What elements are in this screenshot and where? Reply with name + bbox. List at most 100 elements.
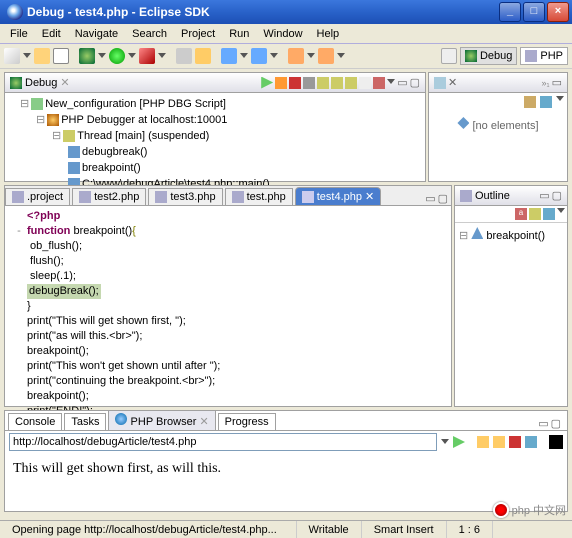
terminate-icon[interactable] <box>289 77 301 89</box>
minimize-pane-icon[interactable]: ▭ <box>397 76 407 89</box>
sort-icon[interactable]: a <box>515 208 527 220</box>
go-icon[interactable] <box>453 436 465 448</box>
browser-refresh-icon[interactable] <box>525 436 537 448</box>
tab-label: test4.php <box>317 191 362 203</box>
outline-body[interactable]: ⊟ breakpoint() <box>455 223 567 246</box>
save-icon[interactable] <box>34 48 50 64</box>
close-tab-icon[interactable]: ✕ <box>365 190 374 203</box>
debug-tree[interactable]: ⊟ New_configuration [PHP DBG Script] ⊟ P… <box>5 93 425 195</box>
status-bar: Opening page http://localhost/debugArtic… <box>0 520 572 538</box>
minimize-pane-icon[interactable]: ▭ <box>539 189 549 202</box>
outline-title: Outline <box>475 190 510 202</box>
menu-file[interactable]: File <box>4 26 34 42</box>
debug-menu-icon[interactable] <box>387 79 395 86</box>
url-history-icon[interactable] <box>441 439 449 446</box>
fwd-dd[interactable] <box>337 53 345 60</box>
tree-label: debugbreak() <box>82 144 147 160</box>
close-button[interactable]: × <box>547 2 569 22</box>
annotation-prev-icon[interactable] <box>221 48 237 64</box>
resume-icon[interactable] <box>261 77 273 89</box>
use-step-filters-icon[interactable] <box>373 77 385 89</box>
step-return-icon[interactable] <box>345 77 357 89</box>
editor-tab-test[interactable]: test.php <box>225 188 293 205</box>
tab-tasks[interactable]: Tasks <box>64 413 106 430</box>
tree-frame-row[interactable]: debugbreak() <box>8 144 422 160</box>
minimize-editor-icon[interactable]: ▭ <box>425 192 435 205</box>
new-dropdown-icon[interactable] <box>23 53 31 60</box>
maximize-button[interactable]: □ <box>523 2 545 22</box>
open-perspective-icon[interactable] <box>441 48 457 64</box>
close-tab-icon[interactable]: ✕ <box>60 76 69 89</box>
print-icon[interactable] <box>53 48 69 64</box>
minimize-pane-icon[interactable]: ▭ <box>538 417 548 430</box>
browser-back-icon[interactable] <box>477 436 489 448</box>
editor-tab-test3[interactable]: test3.php <box>148 188 222 205</box>
disconnect-icon[interactable] <box>303 77 315 89</box>
forward-icon[interactable] <box>318 48 334 64</box>
tab-php-browser[interactable]: PHP Browser ✕ <box>108 410 215 430</box>
show-type-icon[interactable] <box>524 96 536 108</box>
variables-icon[interactable] <box>434 77 446 89</box>
ann-next-dd[interactable] <box>270 53 278 60</box>
debug-icon[interactable] <box>79 48 95 64</box>
menu-help[interactable]: Help <box>311 26 346 42</box>
maximize-editor-icon[interactable]: ▢ <box>438 192 448 205</box>
maximize-pane-icon[interactable]: ▢ <box>551 417 561 430</box>
browser-forward-icon[interactable] <box>493 436 505 448</box>
menu-search[interactable]: Search <box>126 26 173 42</box>
tree-label: Thread [main] (suspended) <box>77 128 209 144</box>
group-icon[interactable] <box>543 208 555 220</box>
drop-frame-icon[interactable] <box>359 77 371 89</box>
close-tab-icon[interactable]: ✕ <box>199 416 208 428</box>
menu-window[interactable]: Window <box>257 26 308 42</box>
editor-tab-project[interactable]: .project <box>5 188 70 205</box>
watermark: php 中文网 <box>493 502 566 518</box>
tree-debugger-row[interactable]: ⊟ PHP Debugger at localhost:10001 <box>8 112 422 128</box>
editor-tab-test4[interactable]: test4.php ✕ <box>295 187 381 205</box>
run-dropdown-icon[interactable] <box>128 53 136 60</box>
code-editor[interactable]: <?php-function breakpoint(){ ob_flush();… <box>5 206 451 437</box>
annotation-next-icon[interactable] <box>251 48 267 64</box>
minimize-pane-icon[interactable]: ▭ <box>552 76 562 89</box>
back-icon[interactable] <box>288 48 304 64</box>
outline-menu-icon[interactable] <box>557 208 565 215</box>
menu-run[interactable]: Run <box>223 26 255 42</box>
menu-edit[interactable]: Edit <box>36 26 67 42</box>
minimize-button[interactable]: _ <box>499 2 521 22</box>
filter-icon[interactable] <box>529 208 541 220</box>
back-dd[interactable] <box>307 53 315 60</box>
collapse-all-icon[interactable] <box>540 96 552 108</box>
variables-menu-icon[interactable] <box>556 96 564 103</box>
debug-view-tab[interactable]: Debug ✕ <box>10 76 70 89</box>
maximize-pane-icon[interactable]: ▢ <box>410 76 420 89</box>
external-tools-icon[interactable] <box>139 48 155 64</box>
tab-progress[interactable]: Progress <box>218 413 276 430</box>
menu-navigate[interactable]: Navigate <box>69 26 124 42</box>
debug-dropdown-icon[interactable] <box>98 53 106 60</box>
ann-prev-dd[interactable] <box>240 53 248 60</box>
step-into-icon[interactable] <box>317 77 329 89</box>
perspective-debug[interactable]: Debug <box>460 47 517 65</box>
maximize-pane-icon[interactable]: ▢ <box>552 189 562 202</box>
tree-config-row[interactable]: ⊟ New_configuration [PHP DBG Script] <box>8 96 422 112</box>
tree-thread-row[interactable]: ⊟ Thread [main] (suspended) <box>8 128 422 144</box>
new-icon[interactable] <box>4 48 20 64</box>
url-input[interactable] <box>9 433 437 451</box>
run-icon[interactable] <box>109 48 125 64</box>
external-dropdown-icon[interactable] <box>158 53 166 60</box>
editor-tab-test2[interactable]: test2.php <box>72 188 146 205</box>
suspend-icon[interactable] <box>275 77 287 89</box>
step-over-icon[interactable] <box>331 77 343 89</box>
tab-console[interactable]: Console <box>8 413 62 430</box>
browser-stop-icon[interactable] <box>509 436 521 448</box>
outline-tab[interactable]: Outline <box>460 190 510 202</box>
outline-item[interactable]: breakpoint() <box>486 230 545 242</box>
view-tab-icon[interactable]: ✕ <box>448 76 457 89</box>
perspective-php[interactable]: PHP <box>520 47 568 65</box>
tree-frame-row[interactable]: breakpoint() <box>8 160 422 176</box>
search-icon[interactable] <box>195 48 211 64</box>
open-type-icon[interactable] <box>176 48 192 64</box>
menu-project[interactable]: Project <box>175 26 221 42</box>
more-tabs-indicator[interactable]: »₁ <box>542 78 550 88</box>
php-file-icon <box>232 191 244 203</box>
